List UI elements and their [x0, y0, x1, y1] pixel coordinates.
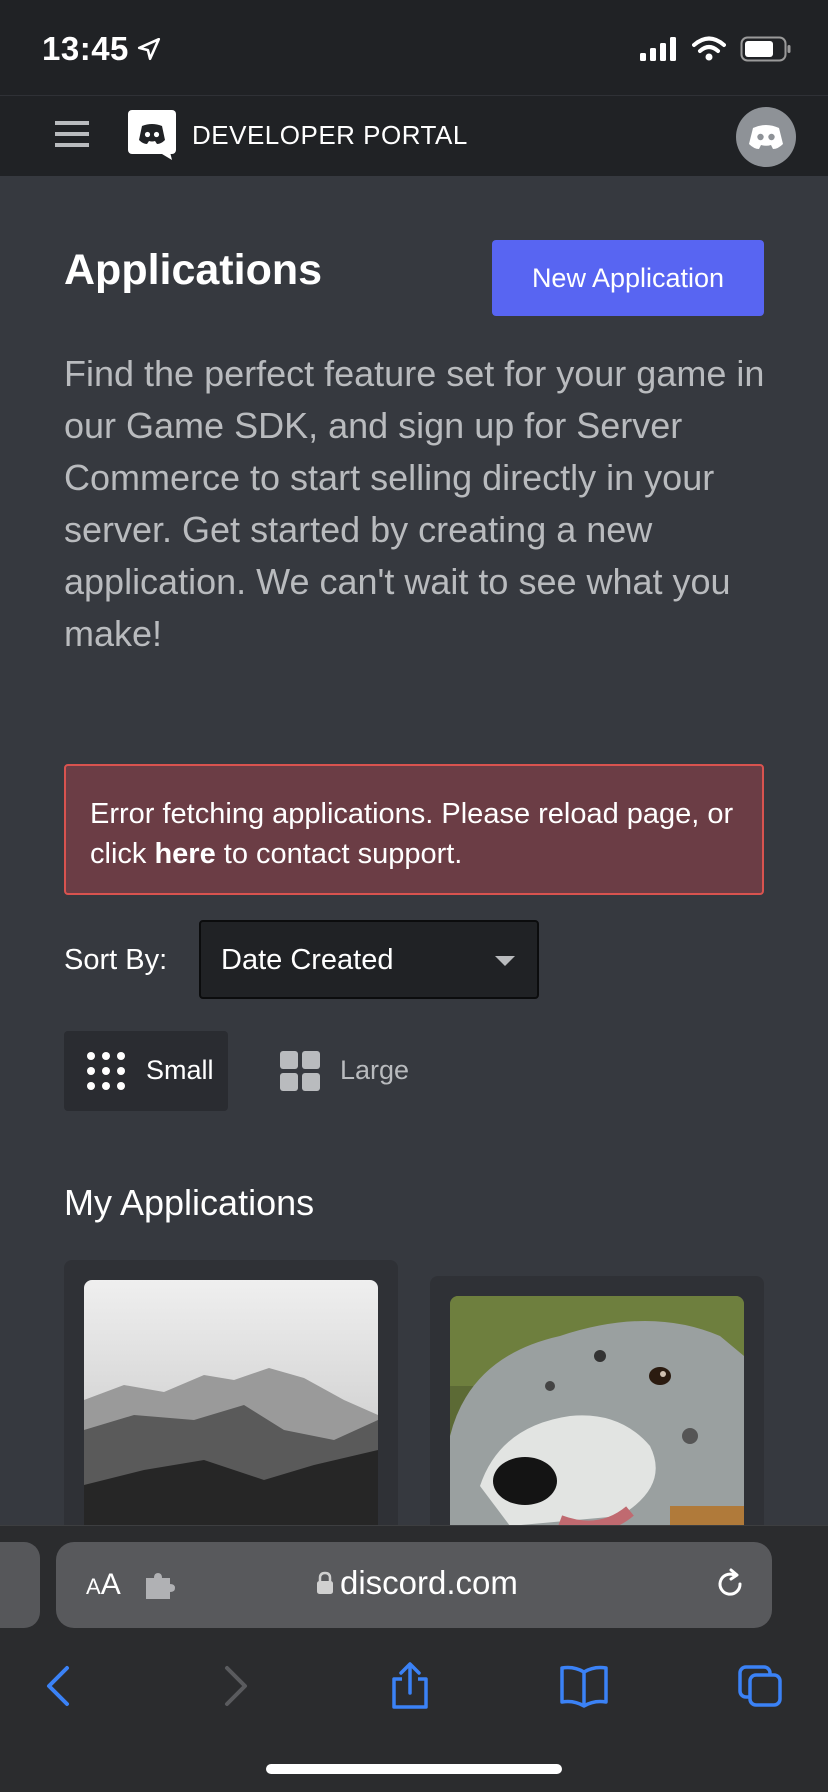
battery-icon: [740, 36, 792, 67]
browser-bottom-bar: AA discord.com: [0, 1525, 828, 1792]
tabs-icon: [738, 1665, 782, 1707]
back-button[interactable]: [28, 1656, 88, 1716]
view-large-label: Large: [340, 1055, 410, 1085]
extension-puzzle-icon[interactable]: [144, 1572, 176, 1605]
discord-logo-icon[interactable]: [128, 110, 176, 160]
chevron-left-icon: [47, 1666, 69, 1706]
error-text-suffix: to contact support.: [215, 838, 463, 870]
view-small-label: Small: [146, 1055, 214, 1085]
text-size-large-glyph: A: [100, 1568, 121, 1601]
tabs-button[interactable]: [730, 1656, 790, 1716]
screen: 13:45 DEVELOPER PORTAL Applications New …: [0, 0, 828, 1792]
signal-icon: [640, 37, 678, 66]
app-icon-image: [450, 1296, 744, 1556]
location-arrow-icon: [136, 36, 162, 67]
avatar[interactable]: [736, 107, 796, 167]
contact-support-link[interactable]: here: [154, 838, 215, 870]
forward-button[interactable]: [206, 1656, 266, 1716]
view-small-toggle[interactable]: Small: [64, 1031, 228, 1111]
lock-icon: [317, 1571, 333, 1594]
status-time: 13:45: [42, 30, 129, 67]
reload-icon[interactable]: [712, 1566, 748, 1607]
top-nav: DEVELOPER PORTAL: [0, 96, 828, 176]
small-grid-icon: [87, 1052, 125, 1090]
book-icon: [560, 1665, 608, 1708]
status-bar: 13:45: [0, 0, 828, 96]
large-grid-icon: [280, 1051, 320, 1091]
wifi-icon: [692, 36, 726, 67]
error-banner: Error fetching applications. Please relo…: [64, 764, 764, 895]
intro-text: Find the perfect feature set for your ga…: [64, 353, 765, 654]
bookmarks-button[interactable]: [554, 1656, 614, 1716]
sort-select-value: Date Created: [221, 944, 394, 976]
chevron-right-icon: [225, 1666, 247, 1706]
text-size-small-glyph: A: [86, 1574, 101, 1599]
status-indicators: [640, 36, 792, 67]
new-application-button[interactable]: New Application: [492, 240, 764, 316]
url-display: discord.com: [316, 1564, 518, 1602]
home-indicator: [266, 1764, 562, 1774]
sort-label: Sort By:: [64, 944, 168, 976]
page-title: Applications: [64, 246, 323, 294]
url-text: discord.com: [340, 1564, 518, 1601]
chevron-down-icon: [495, 956, 515, 966]
app-card[interactable]: [64, 1260, 398, 1560]
text-size-button[interactable]: AA: [86, 1568, 121, 1602]
sort-select[interactable]: Date Created: [199, 920, 539, 999]
discord-avatar-icon: [749, 125, 783, 149]
portal-title: DEVELOPER PORTAL: [192, 120, 468, 150]
previous-tab-peek[interactable]: [0, 1542, 40, 1628]
share-button[interactable]: [380, 1656, 440, 1716]
menu-icon[interactable]: [55, 121, 89, 149]
my-applications-title: My Applications: [64, 1182, 315, 1223]
share-icon: [392, 1662, 428, 1709]
view-large-toggle[interactable]: Large: [280, 1031, 440, 1111]
address-bar[interactable]: AA discord.com: [56, 1542, 772, 1628]
app-icon-image: [84, 1280, 378, 1540]
